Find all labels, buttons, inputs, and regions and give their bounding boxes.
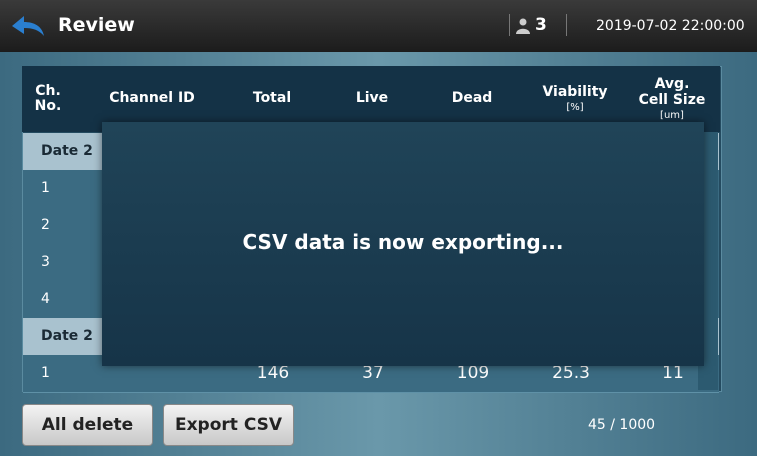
cell-total: 146 [256, 363, 290, 383]
datetime: 2019-07-02 22:00:00 [596, 18, 745, 34]
page-title: Review [58, 14, 135, 36]
cell-viability: 25.3 [552, 363, 590, 383]
col-ch-no: Ch. No. [34, 82, 62, 114]
cell-live: 37 [362, 363, 384, 383]
page-indicator: 45 / 1000 [588, 417, 656, 433]
separator [566, 14, 567, 36]
back-arrow-icon[interactable] [10, 14, 46, 38]
cell-dead: 109 [456, 363, 490, 383]
user-icon [516, 18, 530, 34]
export-message: CSV data is now exporting... [242, 230, 564, 254]
user-count: 3 [535, 15, 547, 35]
export-progress-dialog: CSV data is now exporting... [102, 122, 704, 366]
all-delete-button[interactable]: All delete [22, 404, 153, 446]
top-bar: Review 3 2019-07-02 22:00:00 [0, 0, 757, 52]
separator [509, 14, 510, 36]
export-csv-button[interactable]: Export CSV [163, 404, 294, 446]
